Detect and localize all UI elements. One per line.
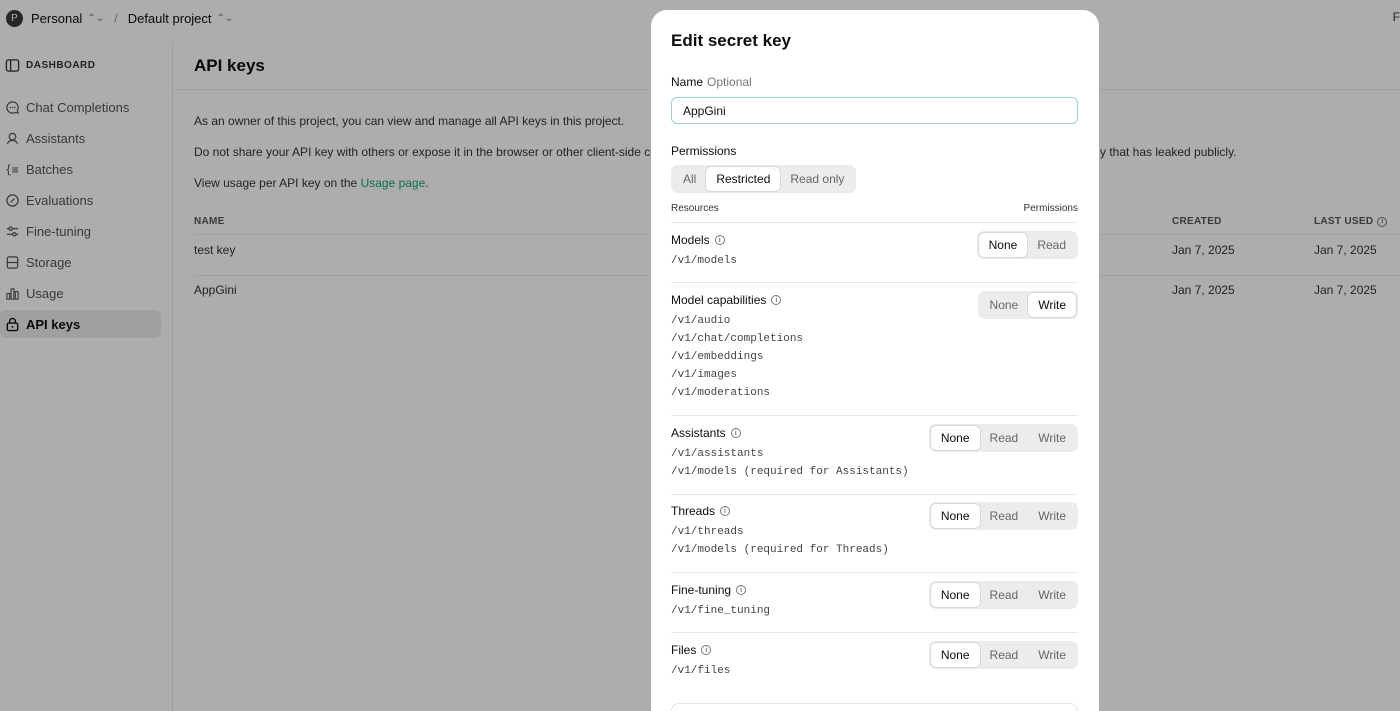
resource-title-label: Fine-tuning: [671, 583, 732, 597]
fine-tuning-write-button[interactable]: Write: [1028, 583, 1076, 607]
resource-title-label: Files: [671, 643, 697, 657]
resource-title-label: Model capabilities: [671, 293, 767, 307]
resource-path: /v1/audio: [671, 315, 731, 327]
assistants-read-button[interactable]: Read: [980, 426, 1029, 450]
threads-none-button[interactable]: None: [930, 504, 980, 528]
resource-path: /v1/models: [671, 255, 738, 267]
model-capabilities-write-button[interactable]: Write: [1028, 293, 1076, 317]
models-none-button[interactable]: None: [978, 233, 1028, 257]
models-permission-toggle: None Read: [976, 231, 1078, 259]
permission-mode-toggle: All Restricted Read only: [671, 165, 857, 193]
info-icon[interactable]: i: [736, 585, 747, 595]
files-none-button[interactable]: None: [930, 643, 980, 667]
resource-divider: [671, 415, 1078, 416]
fine-tuning-read-button[interactable]: Read: [980, 583, 1029, 607]
resource-path: /v1/models (required for Assistants): [671, 466, 909, 478]
resources-header: Resources: [671, 203, 719, 214]
resource-title-assistants: Assistants i: [671, 426, 741, 440]
threads-permission-toggle: None Read Write: [928, 502, 1078, 530]
next-resource-card: [671, 703, 1078, 711]
edit-secret-key-dialog: Edit secret key NameOptional Permissions…: [651, 10, 1099, 711]
fine-tuning-none-button[interactable]: None: [930, 583, 980, 607]
name-optional-hint: Optional: [707, 75, 752, 89]
models-read-button[interactable]: Read: [1027, 233, 1076, 257]
name-input[interactable]: [671, 97, 1078, 124]
resource-title-model-capabilities: Model capabilities i: [671, 293, 782, 307]
threads-write-button[interactable]: Write: [1028, 504, 1076, 528]
model-capabilities-none-button[interactable]: None: [980, 293, 1029, 317]
resource-title-label: Assistants: [671, 426, 726, 440]
info-icon[interactable]: i: [714, 235, 725, 245]
model-capabilities-permission-toggle: None Write: [977, 291, 1078, 319]
name-label-text: Name: [671, 75, 704, 89]
resource-path: /v1/files: [671, 665, 731, 677]
assistants-write-button[interactable]: Write: [1028, 426, 1076, 450]
resource-path: /v1/moderations: [671, 387, 771, 399]
permission-restricted-button[interactable]: Restricted: [706, 167, 781, 191]
resource-divider: [671, 222, 1078, 223]
resource-path: /v1/assistants: [671, 448, 764, 460]
files-read-button[interactable]: Read: [980, 643, 1029, 667]
assistants-permission-toggle: None Read Write: [928, 424, 1078, 452]
permission-all-button[interactable]: All: [673, 167, 706, 191]
resource-title-label: Threads: [671, 504, 716, 518]
info-icon[interactable]: i: [720, 506, 731, 516]
resource-path: /v1/threads: [671, 526, 744, 538]
info-icon[interactable]: i: [701, 645, 712, 655]
resource-path: /v1/images: [671, 369, 738, 381]
assistants-none-button[interactable]: None: [930, 426, 980, 450]
fine-tuning-permission-toggle: None Read Write: [928, 581, 1078, 609]
permission-read-only-button[interactable]: Read only: [780, 167, 854, 191]
resource-path: /v1/chat/completions: [671, 333, 804, 345]
dialog-title: Edit secret key: [671, 31, 792, 50]
resource-title-fine-tuning: Fine-tuning i: [671, 583, 747, 597]
resource-title-threads: Threads i: [671, 504, 731, 518]
resource-title-files: Files i: [671, 643, 712, 657]
resource-title-models: Models i: [671, 233, 725, 247]
files-permission-toggle: None Read Write: [928, 641, 1078, 669]
resource-title-label: Models: [671, 233, 710, 247]
files-write-button[interactable]: Write: [1028, 643, 1076, 667]
resource-divider: [671, 572, 1078, 573]
info-icon[interactable]: i: [730, 428, 741, 438]
resource-path: /v1/models (required for Threads): [671, 544, 889, 556]
permissions-header: Permissions: [1023, 203, 1078, 214]
resource-divider: [671, 632, 1078, 633]
threads-read-button[interactable]: Read: [980, 504, 1029, 528]
name-label: Name Optional: [671, 75, 752, 89]
resource-divider: [671, 494, 1078, 495]
permissions-label: Permissions: [671, 144, 737, 158]
info-icon[interactable]: i: [771, 295, 782, 305]
resource-divider: [671, 282, 1078, 283]
resource-path: /v1/fine_tuning: [671, 605, 771, 617]
resource-path: /v1/embeddings: [671, 351, 764, 363]
